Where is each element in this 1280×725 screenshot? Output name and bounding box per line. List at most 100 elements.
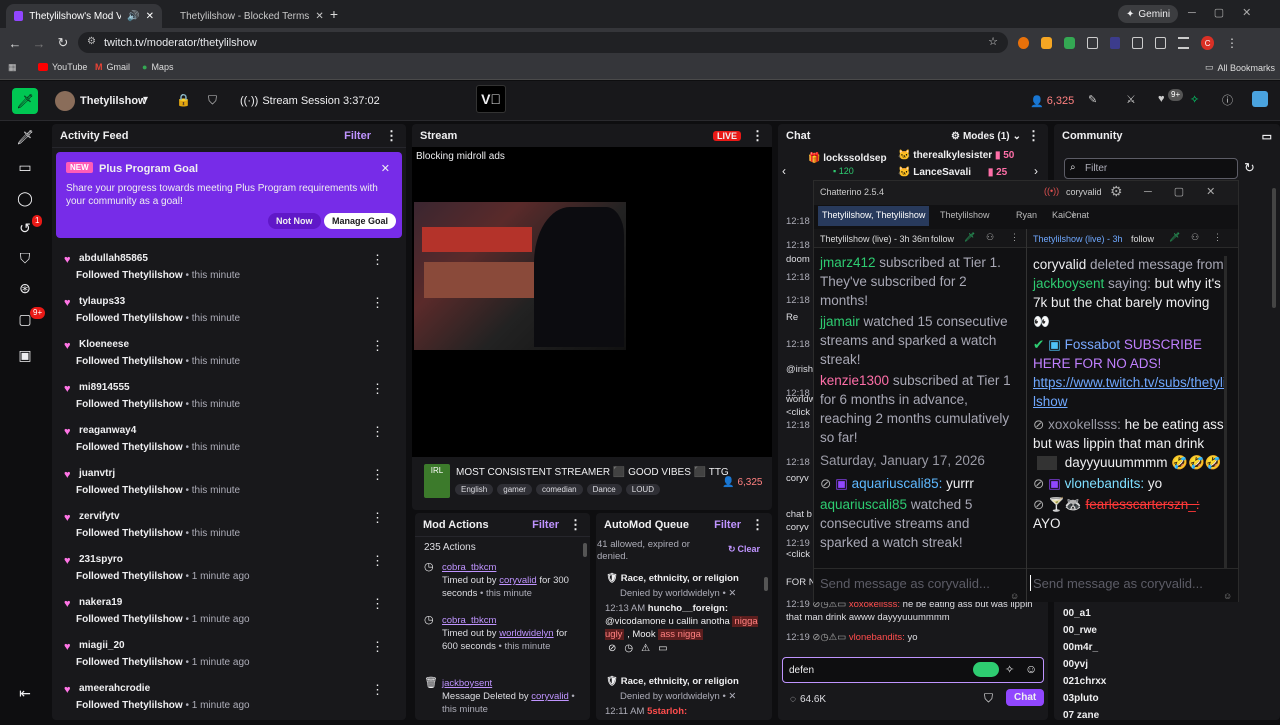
- panel-toggle-icon[interactable]: ▭: [1262, 130, 1272, 143]
- message-user[interactable]: xoxokellsss:: [1048, 417, 1121, 432]
- feed-username[interactable]: 231spyro: [79, 554, 123, 565]
- more-options-icon[interactable]: ⋮: [1010, 232, 1019, 243]
- more-options-icon[interactable]: ⋮: [371, 682, 384, 698]
- channel-avatar[interactable]: [55, 91, 75, 111]
- stream-tag[interactable]: Dance: [586, 484, 622, 495]
- mod-sword-icon[interactable]: 🗡: [1169, 232, 1180, 243]
- bookmark-maps[interactable]: ● Maps: [142, 62, 173, 72]
- more-options-icon[interactable]: ⋮: [371, 424, 384, 440]
- more-options-icon[interactable]: ⋮: [371, 252, 384, 268]
- modes-dropdown[interactable]: ⚙ Modes (1) ⌄: [951, 131, 1021, 142]
- ban-icon[interactable]: ⊘: [820, 476, 835, 491]
- scrollbar[interactable]: [1224, 256, 1227, 596]
- refresh-icon[interactable]: ↻: [1244, 160, 1255, 176]
- community-user[interactable]: 021chrxx: [1063, 676, 1106, 687]
- feed-item[interactable]: ♥ zervifytv Followed Thetylilshow • this m…: [60, 510, 390, 553]
- chat-send-button[interactable]: Chat: [1006, 689, 1045, 706]
- message-user[interactable]: 5starloh:: [647, 706, 687, 717]
- action-moderator[interactable]: worldwidelyn: [499, 628, 553, 639]
- community-user[interactable]: 00m4r_: [1063, 642, 1098, 653]
- not-now-button[interactable]: Not Now: [268, 213, 321, 229]
- close-icon[interactable]: ✕: [728, 691, 736, 702]
- more-options-icon[interactable]: ⋮: [371, 467, 384, 483]
- action-target-user[interactable]: cobra_tbkcm: [442, 561, 579, 574]
- chatterino-input-right[interactable]: Send message as coryvalid... ☺: [1027, 568, 1238, 602]
- feed-item[interactable]: ♥ 231spyro Followed Thetylilshow • 1 minut…: [60, 553, 390, 596]
- gift-leader-1[interactable]: 🎁 lockssoldsep: [808, 153, 887, 164]
- extension-icon[interactable]: [1040, 37, 1052, 49]
- community-user[interactable]: 00_a1: [1063, 608, 1091, 619]
- split-divider[interactable]: [1026, 229, 1027, 601]
- more-options-icon[interactable]: ⋮: [371, 553, 384, 569]
- gift-leader-3[interactable]: 🐱 LanceSavali ▮ 25: [898, 167, 1007, 178]
- follow-button[interactable]: follow: [931, 234, 954, 244]
- message-user[interactable]: jjamair: [820, 314, 860, 329]
- profile-avatar[interactable]: C: [1201, 36, 1214, 50]
- message-user[interactable]: kenzie1300: [820, 373, 889, 388]
- manage-goal-button[interactable]: Manage Goal: [324, 213, 397, 229]
- feed-item[interactable]: ♥ mi8914555 Followed Thetylilshow • this m…: [60, 381, 390, 424]
- more-options-icon[interactable]: ⋮: [751, 128, 764, 144]
- reload-icon[interactable]: ↻: [56, 35, 70, 51]
- more-options-icon[interactable]: ⋮: [371, 596, 384, 612]
- browser-tab-blocked-terms[interactable]: Thetylilshow - Blocked Terms ✕: [166, 4, 324, 28]
- all-bookmarks[interactable]: ▭ All Bookmarks: [1205, 62, 1275, 73]
- mod-sword-icon[interactable]: 🗡: [12, 88, 38, 114]
- gemini-button[interactable]: ✦ Gemini: [1118, 5, 1179, 23]
- feed-item[interactable]: ♥ nakera19 Followed Thetylilshow • 1 minut…: [60, 596, 390, 639]
- clear-button[interactable]: ↻ Clear: [728, 544, 760, 555]
- feed-username[interactable]: miagii_20: [79, 640, 125, 651]
- address-bar[interactable]: ⚙ twitch.tv/moderator/thetylilshow ☆: [78, 32, 1008, 53]
- feed-username[interactable]: nakera19: [79, 597, 122, 608]
- action-target-user[interactable]: jackboysent: [442, 677, 579, 690]
- users-icon[interactable]: ⚇: [986, 232, 994, 243]
- sword-icon[interactable]: 🗡: [13, 125, 37, 149]
- add-tab-icon[interactable]: +: [1070, 207, 1077, 221]
- dashboard-icon[interactable]: ▣: [13, 343, 37, 367]
- follow-button[interactable]: follow: [1131, 234, 1154, 244]
- more-options-icon[interactable]: ⋮: [371, 381, 384, 397]
- feed-item[interactable]: ♥ miagii_20 Followed Thetylilshow • 1 minu…: [60, 639, 390, 682]
- category-boxart[interactable]: IRL: [424, 464, 450, 498]
- chat-icon[interactable]: ▭: [13, 155, 37, 179]
- menu-icon[interactable]: ⋮: [1226, 36, 1238, 50]
- extension-icon[interactable]: [1018, 37, 1029, 49]
- emote-icon[interactable]: ☺: [1223, 591, 1232, 601]
- filter-button[interactable]: Filter: [714, 519, 741, 531]
- chatterino-input-left[interactable]: Send message as coryvalid... ☺: [814, 568, 1026, 602]
- message-user[interactable]: jmarz412: [820, 255, 876, 270]
- sparkle-icon[interactable]: ✧: [1005, 663, 1014, 676]
- more-options-icon[interactable]: ⋮: [1027, 128, 1040, 144]
- message-user[interactable]: Fossabot: [1065, 337, 1121, 352]
- close-icon[interactable]: ✕: [728, 588, 736, 599]
- more-options-icon[interactable]: ⋮: [751, 517, 764, 533]
- chat-input[interactable]: defen ✧ ☺: [782, 657, 1044, 683]
- window-controls[interactable]: ─▢✕: [1188, 6, 1269, 19]
- action-target-user[interactable]: cobra_tbkcm: [442, 614, 579, 627]
- more-options-icon[interactable]: ⋮: [371, 639, 384, 655]
- scrollbar[interactable]: [583, 543, 587, 557]
- action-moderator[interactable]: coryvalid: [499, 575, 537, 586]
- emote-icon[interactable]: ☺: [1025, 662, 1037, 676]
- cast-icon[interactable]: [1155, 37, 1167, 49]
- chatterino-tab[interactable]: Thetylilshow: [936, 206, 994, 226]
- clock-icon[interactable]: ◯: [13, 186, 37, 210]
- shield-icon[interactable]: ⛉: [208, 93, 217, 108]
- ban-icon[interactable]: ⊘: [608, 643, 616, 654]
- channel-name[interactable]: Thetylilshow: [80, 95, 147, 107]
- warning-icon[interactable]: ⚠: [641, 643, 650, 654]
- community-user[interactable]: 00yvj: [1063, 659, 1088, 670]
- more-options-icon[interactable]: ⋮: [569, 517, 582, 533]
- puzzle-icon[interactable]: [1132, 37, 1144, 49]
- feed-item[interactable]: ♥ ameerahcrodie Followed Thetylilshow • 1 …: [60, 682, 390, 725]
- timeout-icon[interactable]: ◷: [624, 643, 633, 654]
- feed-username[interactable]: juanvtrj: [79, 468, 115, 479]
- more-options-icon[interactable]: ⋮: [371, 338, 384, 354]
- settings-gear-icon[interactable]: ⚙: [1110, 183, 1123, 200]
- mod-sword-icon[interactable]: 🗡: [964, 232, 975, 243]
- forward-icon[interactable]: →: [32, 35, 46, 51]
- community-user[interactable]: 00_rwe: [1063, 625, 1097, 636]
- feed-username[interactable]: tylaups33: [79, 296, 125, 307]
- more-options-icon[interactable]: ⋮: [371, 295, 384, 311]
- tab-close-icon[interactable]: ✕: [315, 11, 323, 22]
